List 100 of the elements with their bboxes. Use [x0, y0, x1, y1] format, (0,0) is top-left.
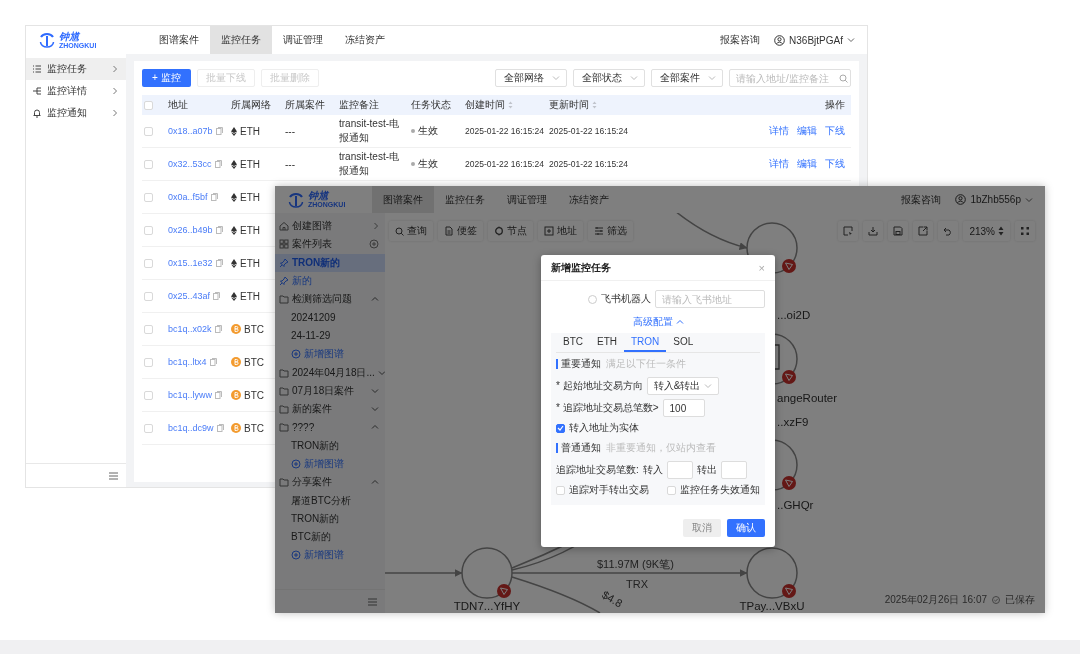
address-link[interactable]: 0x18..a07b	[168, 126, 213, 136]
action-link[interactable]: 编辑	[797, 157, 817, 171]
user-menu[interactable]: N36BjtPGAf	[774, 34, 855, 46]
tab[interactable]: ETH	[590, 333, 624, 352]
direction-dropdown[interactable]: 转入&转出	[646, 377, 720, 395]
action-link[interactable]: 详情	[769, 157, 789, 171]
sidebar-item[interactable]: 监控通知	[26, 102, 126, 124]
fullscreen-button[interactable]	[1015, 221, 1035, 241]
chevron-down-icon[interactable]	[377, 369, 386, 376]
cancel-button[interactable]: 取消	[683, 519, 721, 537]
sidebar-item[interactable]: TRON新的	[275, 509, 385, 529]
nav-tab[interactable]: 监控任务	[434, 186, 496, 213]
sidebar-item[interactable]: 监控详情	[26, 80, 126, 102]
menu-icon[interactable]	[109, 471, 118, 480]
chevron-up-icon[interactable]	[371, 424, 379, 431]
sidebar-item[interactable]: 屠道BTC分析	[275, 491, 385, 510]
toolbar-button[interactable]: 地址	[538, 221, 583, 241]
chevron-down-icon[interactable]	[371, 406, 379, 413]
sidebar-item[interactable]: 创建图谱	[275, 217, 385, 236]
copy-icon[interactable]	[216, 424, 224, 432]
nav-tab[interactable]: 图谱案件	[148, 26, 210, 54]
action-link[interactable]: 详情	[769, 124, 789, 138]
chevron-down-icon[interactable]	[371, 387, 379, 394]
address-link[interactable]: 0x25..43af	[168, 291, 211, 301]
add-graph-link[interactable]: 新增图谱	[275, 546, 385, 565]
checkbox[interactable]	[556, 423, 565, 433]
nav-tab[interactable]: 调证管理	[496, 186, 558, 213]
address-link[interactable]: bc1q..ltx4	[168, 357, 207, 367]
address-link[interactable]: bc1q..lyww	[168, 390, 212, 400]
select-button[interactable]	[838, 221, 859, 241]
address-link[interactable]: bc1q..dc9w	[168, 423, 214, 433]
action-link[interactable]: 下线	[825, 124, 845, 138]
input-field[interactable]: 100	[662, 399, 705, 417]
nav-tab[interactable]: 调证管理	[272, 26, 334, 54]
toolbar-button[interactable]: 节点	[488, 221, 533, 241]
nav-tab[interactable]: 冻结资产	[334, 26, 396, 54]
sidebar-item[interactable]: 监控任务	[26, 58, 126, 80]
address-link[interactable]: 0x15..1e32	[168, 258, 213, 268]
sidebar-item[interactable]: 20241209	[275, 308, 385, 327]
copy-icon[interactable]	[214, 325, 222, 333]
add-monitor-button[interactable]: + 监控	[142, 69, 191, 87]
action-link[interactable]: 编辑	[797, 124, 817, 138]
nav-tab[interactable]: 冻结资产	[558, 186, 620, 213]
sidebar-item[interactable]: TRON新的	[275, 436, 385, 455]
sidebar-item[interactable]: 新的	[275, 271, 385, 291]
address-node[interactable]	[461, 547, 513, 599]
copy-icon[interactable]	[215, 127, 223, 135]
sidebar-item[interactable]: ????	[275, 418, 385, 437]
filter-dropdown[interactable]: 全部状态	[573, 69, 645, 87]
input-field[interactable]	[720, 461, 747, 479]
sidebar-item[interactable]: BTC新的	[275, 528, 385, 547]
add-graph-link[interactable]: 新增图谱	[275, 345, 385, 364]
sidebar-item[interactable]: 分享案件	[275, 473, 385, 492]
tab[interactable]: BTC	[556, 333, 590, 352]
sidebar-item[interactable]: 24-11-29	[275, 326, 385, 346]
action-link[interactable]: 下线	[825, 157, 845, 171]
plus-circle-icon[interactable]	[369, 239, 379, 250]
address-link[interactable]: 0x0a..f5bf	[168, 192, 208, 202]
copy-icon[interactable]	[213, 292, 221, 300]
user-menu[interactable]: 1bZhb556p	[955, 194, 1033, 205]
save-button[interactable]	[888, 221, 909, 241]
copy-icon[interactable]	[209, 358, 217, 366]
sidebar-item[interactable]: 检测筛选问题	[275, 290, 385, 309]
copy-icon[interactable]	[215, 259, 223, 267]
toolbar-button[interactable]: 查询	[389, 221, 433, 241]
address-node[interactable]	[746, 547, 798, 599]
export-button[interactable]	[913, 221, 934, 241]
close-button[interactable]: ×	[758, 261, 765, 274]
header-link[interactable]: 报案咨询	[720, 33, 761, 47]
address-link[interactable]: 0x26..b49b	[168, 225, 213, 235]
download-button[interactable]	[863, 221, 884, 241]
zoom-control[interactable]: 213%	[963, 221, 1010, 241]
sidebar-item[interactable]: 2024年04月18日...	[275, 363, 385, 382]
tab[interactable]: SOL	[666, 333, 701, 352]
menu-icon[interactable]	[368, 597, 377, 606]
header-link[interactable]: 报案咨询	[901, 192, 942, 207]
sort-icon[interactable]	[508, 101, 513, 109]
input-field[interactable]	[666, 461, 693, 479]
copy-icon[interactable]	[210, 193, 218, 201]
copy-icon[interactable]	[215, 391, 222, 399]
copy-icon[interactable]	[214, 160, 222, 168]
nav-tab[interactable]: 图谱案件	[372, 186, 434, 213]
sort-icon[interactable]	[592, 101, 597, 109]
add-graph-link[interactable]: 新增图谱	[275, 454, 385, 474]
toolbar-button[interactable]: 便签	[438, 221, 483, 241]
tab[interactable]: TRON	[624, 333, 667, 352]
sidebar-item[interactable]: 07月18日案件	[275, 381, 385, 400]
search-field[interactable]: 请输入地址/监控备注	[729, 69, 851, 87]
undo-button[interactable]	[938, 221, 959, 241]
copy-icon[interactable]	[215, 226, 223, 234]
advanced-settings-link[interactable]: 高级配置	[632, 315, 684, 329]
sidebar-item[interactable]: TRON新的	[275, 253, 385, 272]
address-link[interactable]: bc1q..x02k	[168, 324, 212, 334]
sidebar-item[interactable]: 新的案件	[275, 399, 385, 419]
sidebar-item[interactable]: 案件列表	[275, 235, 385, 254]
nav-tab[interactable]: 监控任务	[210, 26, 272, 54]
filter-dropdown[interactable]: 全部案件	[651, 69, 723, 87]
filter-dropdown[interactable]: 全部网络	[495, 69, 567, 87]
toolbar-button[interactable]: 筛选	[588, 221, 633, 241]
chevron-up-icon[interactable]	[371, 296, 379, 303]
